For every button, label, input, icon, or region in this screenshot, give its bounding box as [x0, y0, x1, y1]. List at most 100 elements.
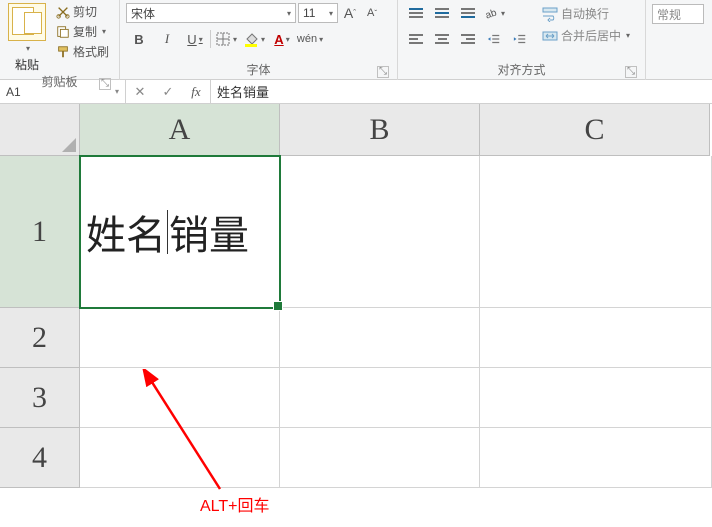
- align-right-button[interactable]: [456, 28, 480, 50]
- merge-icon: [542, 28, 558, 44]
- insert-function-button[interactable]: fx: [182, 84, 210, 100]
- scissors-icon: [56, 5, 70, 19]
- ribbon: 粘贴 剪切 复制: [0, 0, 712, 80]
- row-header-2[interactable]: 2: [0, 308, 80, 368]
- orientation-button[interactable]: ab: [482, 2, 506, 24]
- svg-text:ab: ab: [484, 7, 499, 21]
- chevron-down-icon: ▾: [115, 87, 119, 96]
- align-bottom-icon: [461, 8, 475, 18]
- align-right-icon: [461, 34, 475, 44]
- phonetic-label: wén: [297, 33, 317, 45]
- cell-C2[interactable]: [480, 308, 712, 368]
- chevron-down-icon: ▾: [329, 9, 333, 18]
- italic-button[interactable]: I: [154, 28, 180, 50]
- paste-label: 粘贴: [15, 56, 39, 73]
- align-middle-icon: [435, 8, 449, 18]
- fx-icon: fx: [191, 84, 200, 100]
- bucket-icon: [243, 31, 259, 47]
- group-align-label: 对齐方式: [497, 63, 545, 77]
- cell-A1-left: 姓名: [86, 203, 166, 261]
- text-caret: [167, 210, 168, 254]
- font-size-value: 11: [303, 6, 315, 20]
- align-middle-button[interactable]: [430, 2, 454, 24]
- group-alignment: ab: [398, 0, 646, 80]
- increase-indent-button[interactable]: [508, 28, 532, 50]
- cell-A3[interactable]: [80, 368, 280, 428]
- chevron-down-icon: ▾: [287, 9, 291, 18]
- borders-button[interactable]: [213, 28, 239, 50]
- copy-button[interactable]: 复制: [52, 22, 113, 41]
- cut-button[interactable]: 剪切: [52, 2, 113, 21]
- col-header-A[interactable]: A: [80, 104, 280, 156]
- align-bottom-button[interactable]: [456, 2, 480, 24]
- cell-A1-content: 姓名 销量: [86, 203, 249, 261]
- formula-input[interactable]: 姓名销量: [211, 80, 712, 103]
- align-left-button[interactable]: [404, 28, 428, 50]
- cell-B3[interactable]: [280, 368, 480, 428]
- align-center-button[interactable]: [430, 28, 454, 50]
- spreadsheet: A B C 1 2 3 4 姓名 销量: [0, 104, 712, 527]
- group-font: 宋体 ▾ 11 ▾ Aˆ Aˇ B I U: [120, 0, 398, 80]
- decrease-font-button[interactable]: Aˇ: [362, 3, 382, 23]
- check-icon: ✓: [163, 84, 174, 100]
- cell-B2[interactable]: [280, 308, 480, 368]
- align-center-icon: [435, 34, 449, 44]
- select-all-corner[interactable]: [0, 104, 80, 156]
- number-format-combo[interactable]: 常规: [652, 4, 704, 24]
- font-size-combo[interactable]: 11 ▾: [298, 3, 338, 23]
- group-font-label: 字体: [246, 63, 270, 77]
- group-clipboard: 粘贴 剪切 复制: [0, 0, 120, 80]
- font-name-combo[interactable]: 宋体 ▾: [126, 3, 296, 23]
- align-left-icon: [409, 34, 423, 44]
- formula-value: 姓名销量: [217, 82, 269, 101]
- confirm-edit-button[interactable]: ✓: [154, 84, 182, 100]
- cell-A4[interactable]: [80, 428, 280, 488]
- paste-button[interactable]: [4, 2, 50, 54]
- font-launcher-icon[interactable]: ⤡: [377, 66, 389, 78]
- paste-icon: [8, 3, 46, 41]
- cell-A2[interactable]: [80, 308, 280, 368]
- decrease-indent-icon: [486, 32, 502, 46]
- cell-C4[interactable]: [480, 428, 712, 488]
- separator: [210, 30, 211, 48]
- cell-A1[interactable]: 姓名 销量: [80, 156, 280, 308]
- cell-C3[interactable]: [480, 368, 712, 428]
- group-clipboard-label: 剪贴板: [41, 75, 77, 89]
- align-top-button[interactable]: [404, 2, 428, 24]
- group-number: 常规: [646, 0, 712, 80]
- clipboard-launcher-icon[interactable]: ⤡: [99, 78, 111, 90]
- cut-label: 剪切: [73, 3, 97, 20]
- x-icon: ✕: [135, 84, 146, 100]
- align-launcher-icon[interactable]: ⤡: [625, 66, 637, 78]
- fill-color-button[interactable]: [241, 28, 267, 50]
- bold-button[interactable]: B: [126, 28, 152, 50]
- cell-B4[interactable]: [280, 428, 480, 488]
- cell-A1-right: 销量: [169, 203, 249, 261]
- cancel-edit-button[interactable]: ✕: [126, 84, 154, 100]
- row-header-3[interactable]: 3: [0, 368, 80, 428]
- row-header-1[interactable]: 1: [0, 156, 80, 308]
- cell-B1[interactable]: [280, 156, 480, 308]
- copy-icon: [56, 25, 70, 39]
- phonetic-button[interactable]: wén: [297, 28, 323, 50]
- underline-button[interactable]: U: [182, 28, 208, 50]
- annotation-label: ALT+回车: [200, 492, 270, 516]
- font-color-button[interactable]: A: [269, 28, 295, 50]
- merge-label: 合并后居中: [561, 27, 621, 44]
- borders-icon: [215, 31, 231, 47]
- cell-C1[interactable]: [480, 156, 712, 308]
- wrap-icon: [542, 6, 558, 22]
- decrease-indent-button[interactable]: [482, 28, 506, 50]
- col-header-C[interactable]: C: [480, 104, 710, 156]
- col-header-B[interactable]: B: [280, 104, 480, 156]
- merge-center-button[interactable]: 合并后居中: [538, 26, 634, 45]
- format-painter-button[interactable]: 格式刷: [52, 42, 113, 61]
- number-format-value: 常规: [657, 6, 681, 23]
- format-painter-label: 格式刷: [73, 43, 109, 60]
- increase-indent-icon: [512, 32, 528, 46]
- row-header-4[interactable]: 4: [0, 428, 80, 488]
- copy-label: 复制: [73, 23, 97, 40]
- underline-label: U: [187, 32, 196, 47]
- increase-font-button[interactable]: Aˆ: [340, 3, 360, 23]
- wrap-text-button[interactable]: 自动换行: [538, 4, 634, 23]
